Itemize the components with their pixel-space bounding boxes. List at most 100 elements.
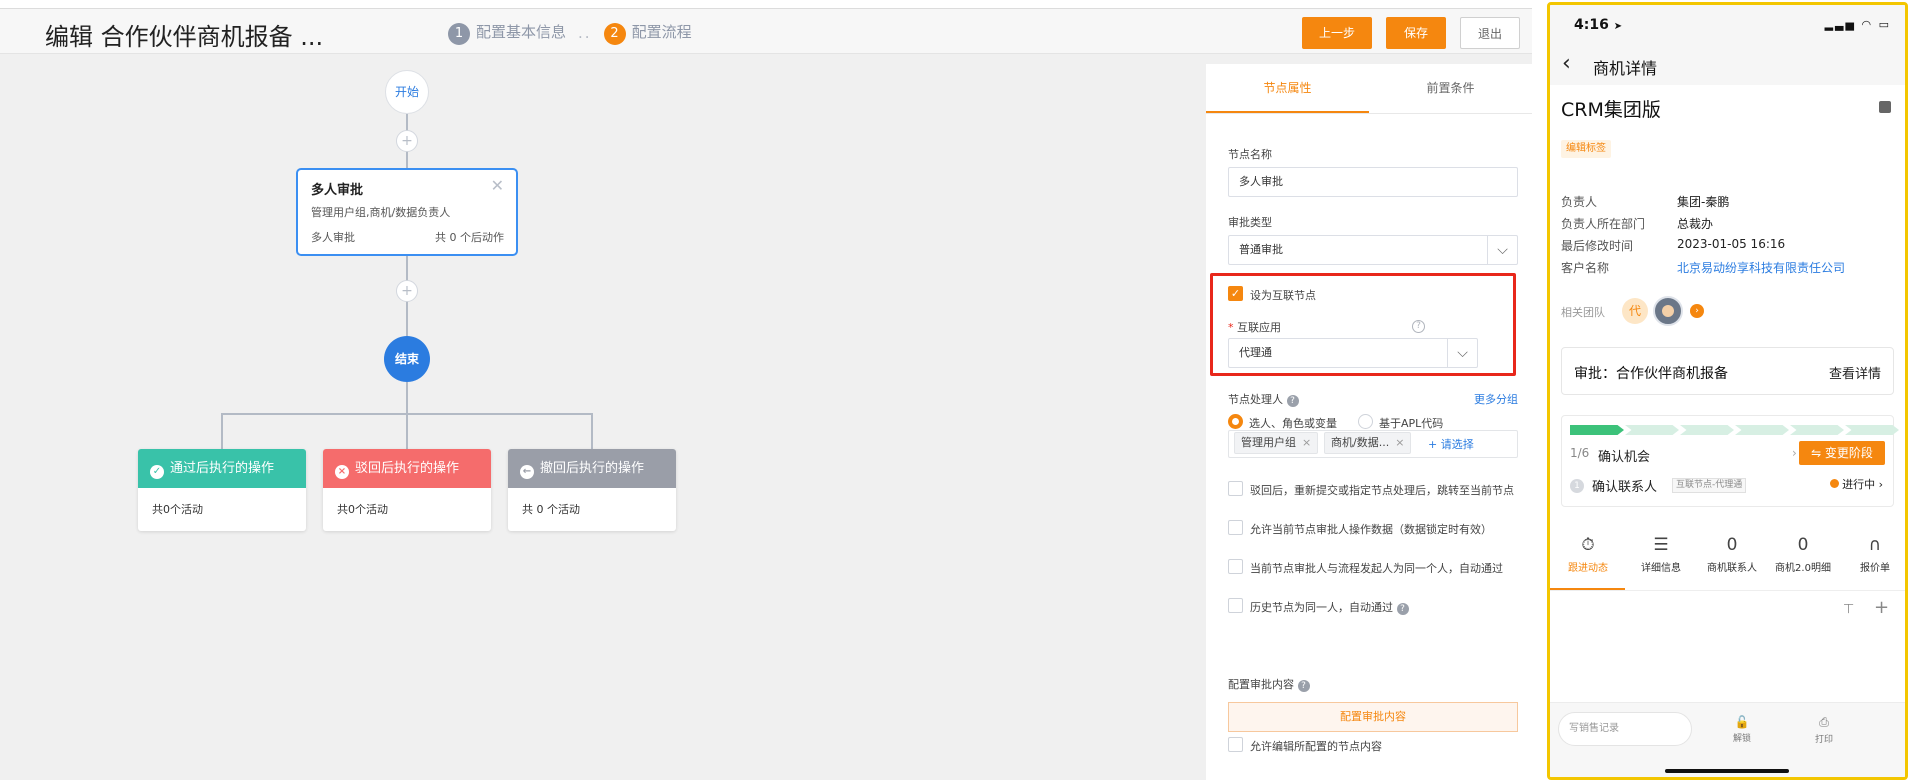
tab-opportunity-details[interactable]: 0 商机2.0明细 <box>1768 525 1838 574</box>
change-stage-button[interactable]: ⇋ 变更阶段 <box>1799 441 1885 465</box>
field-label: 客户名称 <box>1561 261 1610 275</box>
approval-type-value: 普通审批 <box>1239 243 1283 256</box>
edit-tag-button[interactable]: 编辑标签 <box>1561 140 1611 158</box>
status-icons: ▂▃▅ ◠ ▭ <box>1825 18 1891 31</box>
customer-link[interactable]: 北京易动纷享科技有限责任公司 <box>1677 259 1845 276</box>
active-tab-indicator <box>1550 588 1625 590</box>
approval-card[interactable]: 审批：合作伙伴商机报备 查看详情 <box>1561 347 1894 395</box>
view-details-link[interactable]: 查看详情 <box>1829 363 1881 382</box>
location-icon: ➤ <box>1613 21 1623 32</box>
print-icon: ⎙ <box>1819 715 1829 729</box>
print-button[interactable]: ⎙ 打印 <box>1804 715 1844 745</box>
tab-quotes[interactable]: ∩ 报价单 <box>1840 525 1905 574</box>
stage-segment <box>1680 425 1734 435</box>
config-content-button[interactable]: 配置审批内容 <box>1228 702 1518 732</box>
tab-count: 0 <box>1797 535 1809 555</box>
save-button[interactable]: 保存 <box>1386 17 1446 49</box>
radio-apl-code[interactable] <box>1358 414 1373 429</box>
step-number: 1 <box>1570 479 1584 493</box>
tab-follow-up[interactable]: ⏱ 跟进动态 <box>1553 525 1623 574</box>
radio-select-person[interactable] <box>1228 414 1243 429</box>
unlock-icon: 🔓 <box>1734 715 1750 729</box>
action-count: 共0个活动 <box>152 503 203 516</box>
check-circle-icon: ✓ <box>150 465 164 479</box>
config-content-label: 配置审批内容 ? <box>1228 676 1310 692</box>
approval-type-label: 审批类型 <box>1228 216 1272 229</box>
close-icon: × <box>1395 436 1405 449</box>
sales-record-input[interactable]: 写销售记录 <box>1558 712 1692 746</box>
exit-button[interactable]: 退出 <box>1460 17 1520 49</box>
end-node[interactable]: 结束 <box>384 336 430 382</box>
status-time: 4:16 ➤ <box>1574 17 1623 33</box>
help-icon: ? <box>1286 395 1299 407</box>
unlock-button[interactable]: 🔓 解锁 <box>1722 715 1762 744</box>
connector-line <box>591 413 593 449</box>
mobile-nav-bar: ‹ 商机详情 <box>1550 45 1905 85</box>
chevron-right-icon[interactable]: › <box>1792 446 1797 460</box>
approval-node-count: 共 0 个后动作 <box>435 231 504 244</box>
allow-edit-checkbox[interactable] <box>1228 737 1243 752</box>
tab-label: 报价单 <box>1860 563 1890 574</box>
action-count: 共0个活动 <box>337 503 388 516</box>
help-icon[interactable]: ? <box>1412 320 1425 333</box>
flow-canvas[interactable]: 开始 + 多人审批 ✕ 管理用户组,商机/数据负责人 多人审批 共 0 个后动作… <box>0 54 1206 780</box>
option-checkbox[interactable] <box>1228 598 1243 613</box>
start-node[interactable]: 开始 <box>385 70 429 114</box>
status-bar: 4:16 ➤ ▂▃▅ ◠ ▭ <box>1550 5 1905 45</box>
step-indicator: 1 配置基本信息 .. 2 配置流程 <box>448 21 692 45</box>
radio-select-person-label: 选人、角色或变量 <box>1249 417 1337 430</box>
filter-icon[interactable]: ⊤ <box>1843 602 1854 617</box>
approval-type-select[interactable]: 普通审批 ⌵ <box>1228 235 1518 265</box>
approval-node-card[interactable]: 多人审批 ✕ 管理用户组,商机/数据负责人 多人审批 共 0 个后动作 <box>296 168 518 256</box>
stage-progress-bar <box>1570 425 1900 435</box>
step-status[interactable]: 进行中 › <box>1830 476 1883 492</box>
pass-action-card[interactable]: ✓ 通过后执行的操作 共0个活动 <box>138 449 306 531</box>
interconnect-checkbox-label: 设为互联节点 <box>1250 289 1316 302</box>
interconnect-checkbox[interactable]: ✓ <box>1228 286 1243 301</box>
close-icon[interactable]: ✕ <box>491 176 504 195</box>
wifi-icon: ◠ <box>1861 18 1874 31</box>
tab-contacts[interactable]: 0 商机联系人 <box>1697 525 1767 574</box>
avatar[interactable] <box>1653 296 1683 326</box>
close-circle-icon: × <box>335 465 349 479</box>
stage-name: 确认机会 <box>1598 450 1651 465</box>
handler-tag[interactable]: 管理用户组 × <box>1234 432 1319 454</box>
stage-segment <box>1570 425 1624 435</box>
node-name-input[interactable]: 多人审批 <box>1228 167 1518 197</box>
chevron-right-icon[interactable]: › <box>1690 304 1704 318</box>
tab-details[interactable]: ☰ 详细信息 <box>1626 525 1696 574</box>
prev-step-button[interactable]: 上一步 <box>1302 17 1372 49</box>
battery-icon: ▭ <box>1878 18 1891 31</box>
lock-icon <box>1879 101 1891 113</box>
approval-node-title: 多人审批 <box>311 183 364 198</box>
add-node-button[interactable]: + <box>396 280 418 302</box>
option-checkbox[interactable] <box>1228 559 1243 574</box>
tab-preconditions[interactable]: 前置条件 <box>1369 64 1532 113</box>
mobile-preview: 4:16 ➤ ▂▃▅ ◠ ▭ ‹ 商机详情 CRM集团版 编辑标签 负责人 集团… <box>1547 2 1908 780</box>
screen: 编辑 合作伙伴商机报备 ... 1 配置基本信息 .. 2 配置流程 上一步 保存 … <box>0 0 1908 780</box>
more-groups-link[interactable]: 更多分组 <box>1474 391 1518 407</box>
step-number: 2 <box>603 23 626 45</box>
avatar[interactable]: 代 <box>1622 298 1648 324</box>
back-icon[interactable]: ‹ <box>1562 51 1571 76</box>
option-checkbox[interactable] <box>1228 520 1243 535</box>
step-flow-config[interactable]: 2 配置流程 <box>603 21 692 45</box>
tab-label: 详细信息 <box>1641 563 1681 574</box>
option-label: 允许当前节点审批人操作数据（数据锁定时有效） <box>1250 523 1492 536</box>
field-label: 负责人所在部门 <box>1561 217 1646 231</box>
option-checkbox[interactable] <box>1228 481 1243 496</box>
step-basic-info[interactable]: 1 配置基本信息 <box>448 21 566 45</box>
withdraw-action-card[interactable]: ← 撤回后执行的操作 共 0 个活动 <box>508 449 676 531</box>
tab-node-properties[interactable]: 节点属性 <box>1206 64 1369 113</box>
add-icon[interactable]: + <box>1874 597 1889 618</box>
interconnect-app-select[interactable]: 代理通 ⌵ <box>1228 338 1478 368</box>
connector-line <box>406 382 408 449</box>
mobile-tabs: ⏱ 跟进动态 ☰ 详细信息 0 商机联系人 0 商机2.0明细 ∩ 报价单 <box>1550 525 1905 591</box>
add-node-button[interactable]: + <box>396 130 418 152</box>
add-handler-link[interactable]: + 请选择 <box>1428 436 1474 452</box>
editor-header: 编辑 合作伙伴商机报备 ... 1 配置基本信息 .. 2 配置流程 上一步 保存 … <box>0 8 1532 54</box>
clock-icon: ⏱ <box>1581 535 1595 555</box>
handler-tag[interactable]: 商机/数据... × <box>1324 432 1412 454</box>
reject-action-card[interactable]: × 驳回后执行的操作 共0个活动 <box>323 449 491 531</box>
step-label: 配置流程 <box>631 23 692 41</box>
